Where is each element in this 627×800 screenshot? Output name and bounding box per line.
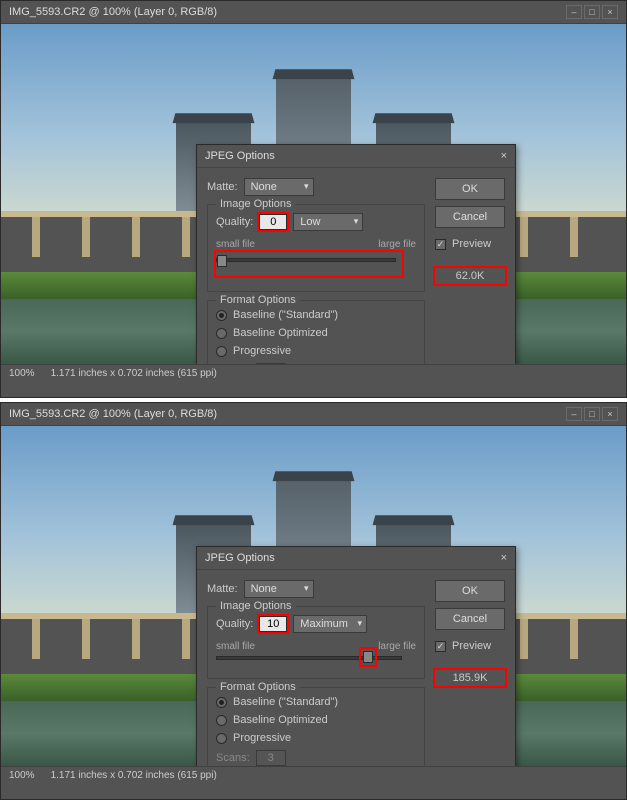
canvas[interactable]: JPEG Options × Matte: None Image Options…	[1, 24, 626, 364]
format-options-label: Format Options	[216, 294, 300, 306]
image-options-label: Image Options	[216, 198, 296, 210]
jpeg-options-dialog: JPEG Options × Matte: None Image Options…	[196, 546, 516, 766]
radio-baseline-standard[interactable]	[216, 697, 227, 708]
dialog-close-icon[interactable]: ×	[501, 552, 507, 564]
matte-label: Matte:	[207, 583, 238, 595]
quality-slider-thumb[interactable]	[217, 255, 227, 267]
matte-label: Matte:	[207, 181, 238, 193]
filesize-readout: 62.0K	[435, 268, 505, 284]
small-file-label: small file	[216, 239, 255, 250]
quality-input[interactable]	[259, 214, 287, 230]
format-options-group: Format Options Baseline ("Standard") Bas…	[207, 300, 425, 364]
large-file-label: large file	[378, 239, 416, 250]
canvas[interactable]: JPEG Options × Matte: None Image Options…	[1, 426, 626, 766]
window-title: IMG_5593.CR2 @ 100% (Layer 0, RGB/8)	[9, 6, 217, 18]
dialog-titlebar: JPEG Options ×	[197, 145, 515, 168]
radio-baseline-standard[interactable]	[216, 310, 227, 321]
matte-select[interactable]: None	[244, 580, 314, 598]
large-file-label: large file	[378, 641, 416, 652]
status-zoom: 100%	[9, 770, 35, 781]
preview-label: Preview	[452, 640, 491, 652]
maximize-button[interactable]: □	[584, 407, 600, 421]
quality-slider[interactable]	[216, 258, 396, 262]
dialog-title: JPEG Options	[205, 552, 275, 564]
close-button[interactable]: ×	[602, 5, 618, 19]
cancel-button[interactable]: Cancel	[435, 608, 505, 630]
image-options-label: Image Options	[216, 600, 296, 612]
document-window-1: IMG_5593.CR2 @ 100% (Layer 0, RGB/8) – □…	[0, 0, 627, 398]
matte-select[interactable]: None	[244, 178, 314, 196]
radio-baseline-optimized[interactable]	[216, 715, 227, 726]
cancel-button[interactable]: Cancel	[435, 206, 505, 228]
titlebar: IMG_5593.CR2 @ 100% (Layer 0, RGB/8) – □…	[1, 403, 626, 426]
ok-button[interactable]: OK	[435, 178, 505, 200]
scans-input	[256, 750, 286, 766]
statusbar: 100% 1.171 inches x 0.702 inches (615 pp…	[1, 766, 626, 784]
minimize-button[interactable]: –	[566, 407, 582, 421]
status-zoom: 100%	[9, 368, 35, 379]
quality-label: Quality:	[216, 216, 253, 228]
radio-progressive[interactable]	[216, 346, 227, 357]
radio-progressive[interactable]	[216, 733, 227, 744]
quality-slider-thumb[interactable]	[363, 651, 373, 663]
image-options-group: Image Options Quality: Maximum small fil…	[207, 606, 425, 679]
status-dimensions: 1.171 inches x 0.702 inches (615 ppi)	[51, 368, 217, 379]
quality-input[interactable]	[259, 616, 287, 632]
quality-label: Quality:	[216, 618, 253, 630]
preview-checkbox[interactable]	[435, 641, 446, 652]
window-title: IMG_5593.CR2 @ 100% (Layer 0, RGB/8)	[9, 408, 217, 420]
status-dimensions: 1.171 inches x 0.702 inches (615 ppi)	[51, 770, 217, 781]
quality-preset-select[interactable]: Low	[293, 213, 363, 231]
small-file-label: small file	[216, 641, 255, 652]
format-options-group: Format Options Baseline ("Standard") Bas…	[207, 687, 425, 766]
quality-slider[interactable]	[216, 656, 402, 660]
filesize-readout: 185.9K	[435, 670, 505, 686]
format-options-label: Format Options	[216, 681, 300, 693]
dialog-title: JPEG Options	[205, 150, 275, 162]
image-options-group: Image Options Quality: Low small file la…	[207, 204, 425, 292]
ok-button[interactable]: OK	[435, 580, 505, 602]
scans-label: Scans:	[216, 752, 250, 764]
maximize-button[interactable]: □	[584, 5, 600, 19]
close-button[interactable]: ×	[602, 407, 618, 421]
minimize-button[interactable]: –	[566, 5, 582, 19]
quality-preset-select[interactable]: Maximum	[293, 615, 367, 633]
jpeg-options-dialog: JPEG Options × Matte: None Image Options…	[196, 144, 516, 364]
preview-label: Preview	[452, 238, 491, 250]
statusbar: 100% 1.171 inches x 0.702 inches (615 pp…	[1, 364, 626, 382]
dialog-titlebar: JPEG Options ×	[197, 547, 515, 570]
scans-input	[256, 363, 286, 364]
document-window-2: IMG_5593.CR2 @ 100% (Layer 0, RGB/8) – □…	[0, 402, 627, 800]
preview-checkbox[interactable]	[435, 239, 446, 250]
dialog-close-icon[interactable]: ×	[501, 150, 507, 162]
radio-baseline-optimized[interactable]	[216, 328, 227, 339]
titlebar: IMG_5593.CR2 @ 100% (Layer 0, RGB/8) – □…	[1, 1, 626, 24]
